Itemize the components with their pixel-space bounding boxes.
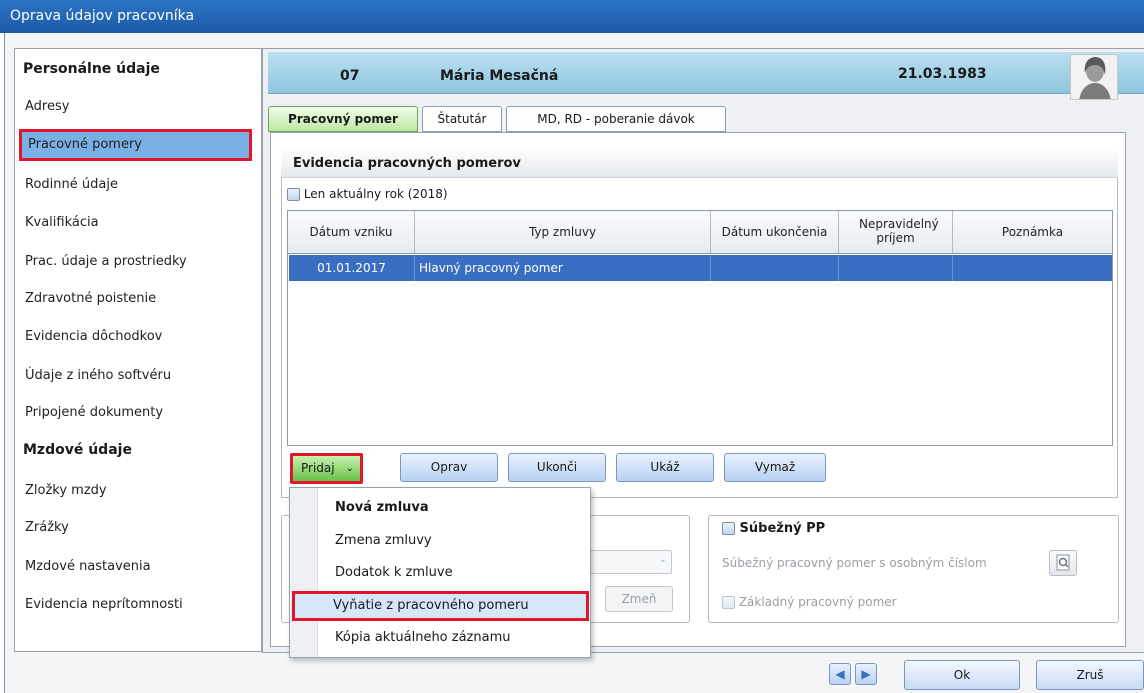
end-button[interactable]: Ukonči [508,453,606,482]
window-title: Oprava údajov pracovníka [0,0,1144,33]
column-header[interactable]: Typ zmluvy [415,211,711,253]
sidebar-item-evidencia-nepritomnosti[interactable]: Evidencia neprítomnosti [25,597,183,612]
add-button-label: Pridaj [301,461,335,475]
header-divider [288,253,1112,254]
sidebar-item-zrazky[interactable]: Zrážky [25,520,69,535]
person-icon [1071,55,1117,99]
employee-header [268,52,1144,94]
add-button[interactable]: Pridaj ⌄ [290,453,363,484]
employee-name: Mária Mesačná [440,68,559,84]
current-year-toggle[interactable]: Len aktuálny rok (2018) [287,187,448,201]
sidebar-item-prac-udaje[interactable]: Prac. údaje a prostriedky [25,254,187,269]
sidebar-section-mzdove: Mzdové údaje [23,442,132,458]
sidebar-item-zdravotne-poistenie[interactable]: Zdravotné poistenie [25,291,156,306]
column-header[interactable]: Poznámka [953,211,1112,253]
edit-button[interactable]: Oprav [400,453,498,482]
delete-button[interactable]: Vymaž [724,453,826,482]
menu-stripe [290,488,318,657]
sidebar-item-pracovne-pomery[interactable]: Pracovné pomery [19,129,252,161]
contracts-table: Dátum vzniku Typ zmluvy Dátum ukončenia … [287,210,1113,446]
lookup-button[interactable] [1049,550,1077,576]
base-contract-label: Základný pracovný pomer [738,595,897,609]
parallel-toggle[interactable]: Súbežný PP [722,521,825,536]
sidebar-section-personal: Personálne údaje [23,61,160,77]
cell-irregular [839,255,953,281]
sidebar-item-adresy[interactable]: Adresy [25,99,69,114]
chevron-down-icon: ⌄ [345,463,354,474]
employee-number: 07 [340,68,360,84]
sidebar-item-udaje-z-ineho-softveru[interactable]: Údaje z iného softvéru [25,368,171,383]
change-button[interactable]: Zmeň [605,586,673,612]
column-header[interactable]: Nepravidelný príjem [839,211,953,253]
sidebar-item-mzdove-nastavenia[interactable]: Mzdové nastavenia [25,559,151,574]
sidebar-item-kvalifikacia[interactable]: Kvalifikácia [25,215,99,230]
employee-birthdate: 21.03.1983 [898,66,987,82]
ok-button[interactable]: Ok [904,660,1020,690]
table-row[interactable]: 01.01.2017 Hlavný pracovný pomer [289,255,1112,281]
tab-md-rd[interactable]: MD, RD - poberanie dávok [506,106,726,132]
previous-record-button[interactable]: ◀ [829,663,851,685]
sidebar-item-rodinne-udaje[interactable]: Rodinné údaje [25,177,118,192]
menu-item-zmena-zmluvy[interactable]: Zmena zmluvy [335,533,432,548]
menu-item-dodatok[interactable]: Dodatok k zmluve [335,565,453,580]
current-year-label: Len aktuálny rok (2018) [303,187,448,201]
next-record-button[interactable]: ▶ [855,663,877,685]
show-button[interactable]: Ukáž [616,453,714,482]
menu-item-nova-zmluva[interactable]: Nová zmluva [335,500,429,515]
tab-pracovny-pomer[interactable]: Pracovný pomer [268,106,418,132]
arrow-left-icon: ◀ [835,667,845,681]
parallel-title: Súbežný PP [739,521,826,536]
avatar [1070,54,1118,100]
cell-start: 01.01.2017 [289,255,415,281]
cancel-button[interactable]: Zruš [1036,660,1144,690]
sidebar: Personálne údaje Adresy Pracovné pomery … [14,48,262,652]
base-contract-checkbox[interactable] [722,596,735,609]
cell-note [953,255,1112,281]
column-header[interactable]: Dátum vzniku [288,211,415,253]
sidebar-item-pripojene-dokumenty[interactable]: Pripojené dokumenty [25,405,163,420]
parallel-label: Súbežný pracovný pomer s osobným číslom [722,556,987,570]
add-dropdown-menu: Nová zmluva Zmena zmluvy Dodatok k zmluv… [289,487,591,658]
column-header[interactable]: Dátum ukončenia [711,211,839,253]
current-year-checkbox[interactable] [287,188,300,201]
parallel-checkbox[interactable] [722,522,735,535]
menu-item-vynatie[interactable]: Vyňatie z pracovného pomeru [292,591,589,621]
cell-end [711,255,839,281]
cell-type: Hlavný pracovný pomer [415,255,711,281]
sidebar-item-evidencia-dochodkov[interactable]: Evidencia dôchodkov [25,329,162,344]
arrow-right-icon: ▶ [861,667,871,681]
sidebar-item-zlozky-mzdy[interactable]: Zložky mzdy [25,483,107,498]
tab-statutar[interactable]: Štatutár [422,106,502,132]
search-icon [1056,554,1070,571]
disabled-select: ⌄ [590,550,672,574]
chevron-down-icon: ⌄ [658,554,667,565]
evidence-title: Evidencia pracovných pomerov [281,148,1118,178]
base-contract-toggle[interactable]: Základný pracovný pomer [722,595,897,609]
menu-item-kopia[interactable]: Kópia aktuálneho záznamu [335,630,511,645]
